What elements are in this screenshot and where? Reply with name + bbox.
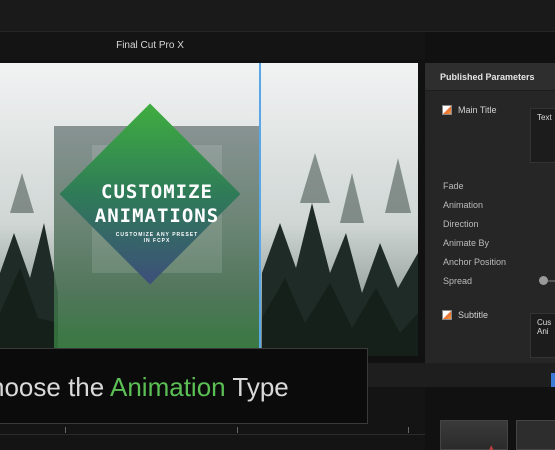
param-animate-by[interactable]: Animate By [443, 238, 489, 248]
param-spread[interactable]: Spread [443, 276, 472, 286]
caption-accent: Animation [110, 372, 226, 402]
browser-thumbnail[interactable] [440, 420, 508, 450]
param-animation[interactable]: Animation [443, 200, 483, 210]
spread-slider-track[interactable] [548, 280, 555, 282]
inspector-header: Published Parameters [425, 63, 555, 91]
thumbnail-badge-icon: ▴ [489, 442, 494, 450]
param-anchor-position[interactable]: Anchor Position [443, 257, 506, 267]
subtitle-field-line-2: Ani [537, 327, 549, 336]
param-direction[interactable]: Direction [443, 219, 479, 229]
main-title-line-1: CUSTOMIZE [101, 181, 213, 203]
window-title-bar: Final Cut Pro X [0, 32, 425, 60]
window-title: Final Cut Pro X [116, 40, 184, 51]
caption-text: hoose the Animation Type [0, 372, 368, 403]
subtitle-checkbox-icon[interactable] [442, 310, 452, 320]
ruler-tick [408, 427, 409, 433]
subtitle-text: CUSTOMIZE ANY PRESET IN FCPX [60, 232, 254, 244]
timeline-ruler[interactable] [0, 425, 425, 435]
ruler-tick [65, 427, 66, 433]
browser-thumbnail[interactable] [516, 420, 555, 450]
main-title-field-value: Text [537, 113, 552, 122]
caption-suffix: Type [225, 372, 289, 402]
main-title-text-field[interactable]: Text [530, 108, 555, 163]
inspector-title: Published Parameters [440, 72, 535, 82]
top-toolbar [0, 0, 555, 32]
main-title-line-2: ANIMATIONS [94, 205, 220, 227]
spread-slider-knob[interactable] [539, 276, 548, 285]
subtitle-line-2: IN FCPX [143, 238, 171, 244]
selection-edge[interactable] [259, 63, 261, 356]
main-title-checkbox-icon[interactable] [442, 105, 452, 115]
playhead-marker[interactable] [551, 373, 555, 387]
main-title-text: CUSTOMIZE ANIMATIONS [60, 180, 254, 228]
main-title-label: Main Title [458, 105, 497, 115]
subtitle-field-line-1: Cus [537, 318, 552, 327]
subtitle-label: Subtitle [458, 310, 489, 320]
caption-prefix: hoose the [0, 372, 110, 402]
subtitle-text-field[interactable]: Cus Ani [530, 313, 555, 358]
param-fade[interactable]: Fade [443, 181, 464, 191]
ruler-tick [237, 427, 238, 433]
